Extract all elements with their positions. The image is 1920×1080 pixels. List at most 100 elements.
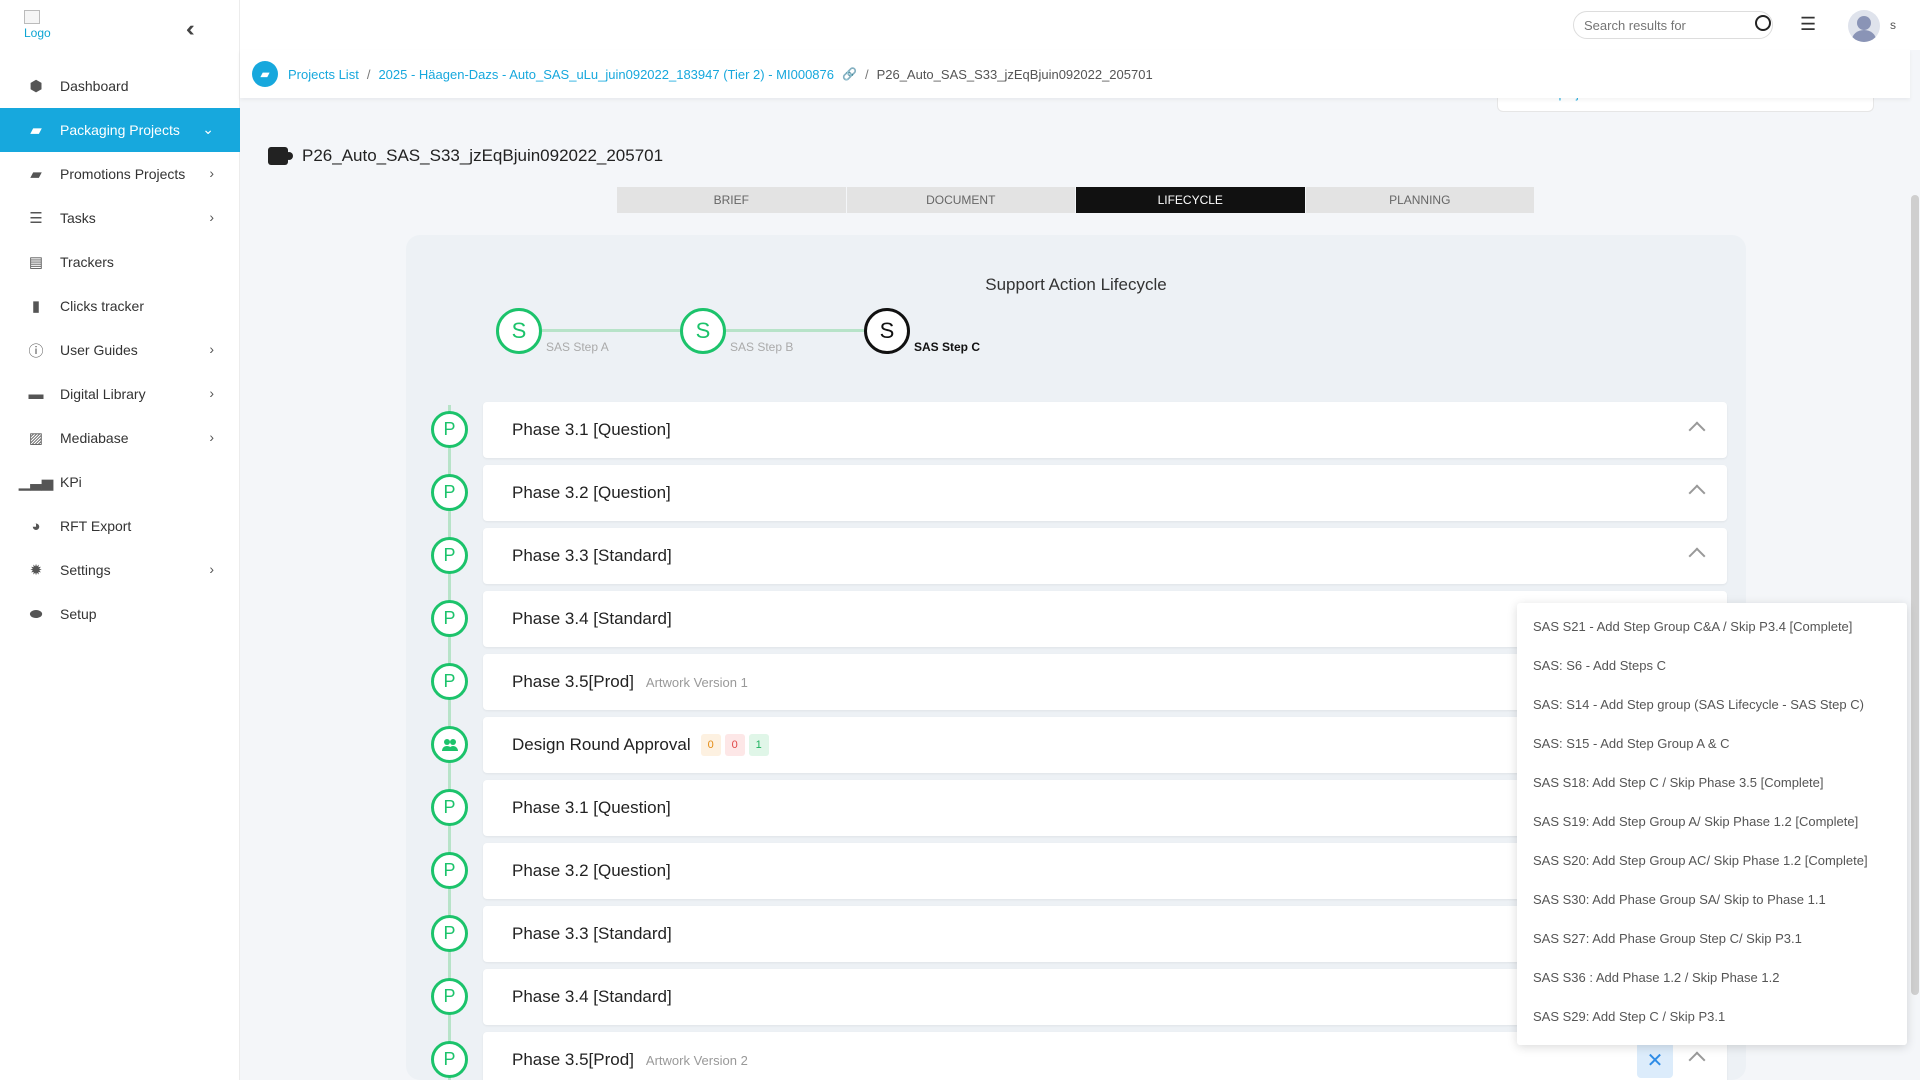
chevron-right-icon: › <box>209 561 214 577</box>
search-icon[interactable] <box>1755 15 1771 31</box>
dropdown-item[interactable]: SAS S21 - Add Step Group C&A / Skip P3.4… <box>1517 607 1907 646</box>
dropdown-item[interactable]: SAS S30: Add Phase Group SA/ Skip to Pha… <box>1517 880 1907 919</box>
phase-name: Phase 3.1 [Question] <box>512 420 671 439</box>
breadcrumb-projects-list[interactable]: Projects List <box>288 67 359 82</box>
sidebar-item-tasks[interactable]: ☰ Tasks › <box>0 196 240 240</box>
dropdown-item[interactable]: SAS S29: Add Step C / Skip P3.1 <box>1517 997 1907 1036</box>
dropdown-item[interactable]: SAS S20: Add Step Group AC/ Skip Phase 1… <box>1517 841 1907 880</box>
dropdown-item[interactable]: SAS S19: Add Step Group A/ Skip Phase 1.… <box>1517 802 1907 841</box>
sidebar-item-promotions-projects[interactable]: ▰ Promotions Projects › <box>0 152 240 196</box>
folder-home-icon[interactable]: ▰ <box>252 61 278 87</box>
step-circle-c[interactable]: S <box>864 308 910 354</box>
dropdown-item[interactable]: SAS S36 : Add Phase 1.2 / Skip Phase 1.2 <box>1517 958 1907 997</box>
avatar[interactable] <box>1848 10 1880 42</box>
sidebar-item-label: Trackers <box>60 254 114 270</box>
tab-document[interactable]: DOCUMENT <box>846 187 1076 213</box>
phase-card[interactable]: Phase 3.1 [Question] <box>483 402 1727 458</box>
chevron-right-icon: › <box>209 341 214 357</box>
sidebar-item-label: Tasks <box>60 210 96 226</box>
sidebar-item-rft-export[interactable]: ◕ RFT Export <box>0 504 240 548</box>
sidebar-item-label: Mediabase <box>60 430 129 446</box>
dropdown-item[interactable]: SAS: S6 - Add Steps C <box>1517 646 1907 685</box>
status-badge: 0 <box>700 734 721 756</box>
step-label-c: SAS Step C <box>914 340 981 354</box>
page-title-text: P26_Auto_SAS_S33_jzEqBjuin092022_205701 <box>302 146 664 165</box>
phase-name: Phase 3.2 [Question] <box>512 483 671 502</box>
sidebar-item-setup[interactable]: ⬬ Setup <box>0 592 240 636</box>
step-circle-a[interactable]: S <box>496 308 542 354</box>
dropdown-item[interactable]: SAS: S15 - Add Step Group A & C <box>1517 724 1907 763</box>
sidebar-item-label: Setup <box>60 606 97 622</box>
step-circle-b[interactable]: S <box>680 308 726 354</box>
collapse-sidebar-icon[interactable]: ‹‹ <box>186 16 194 42</box>
logo[interactable]: Logo <box>24 10 51 40</box>
sidebar-item-kpi[interactable]: ▁▃▅ KPi <box>0 460 240 504</box>
sidebar: Logo ‹‹ ⬢ Dashboard ▰ Packaging Projects… <box>0 0 240 1080</box>
phase-marker: P <box>431 978 468 1015</box>
artwork-version: Artwork Version 2 <box>645 1052 748 1068</box>
phase-marker: P <box>431 474 468 511</box>
sidebar-item-settings[interactable]: ✹ Settings › <box>0 548 240 592</box>
phase-name: Design Round Approval <box>512 735 691 754</box>
phase-row: P Phase 3.3 [Standard] <box>406 528 1746 584</box>
phase-name: Phase 3.4 [Standard] <box>512 609 672 628</box>
dropdown-item[interactable]: SAS S18: Add Step C / Skip Phase 3.5 [Co… <box>1517 763 1907 802</box>
tab-brief[interactable]: BRIEF <box>617 187 847 213</box>
chevron-right-icon: › <box>209 165 214 181</box>
step-connector <box>726 329 864 332</box>
sidebar-item-clicks-tracker[interactable]: ▮ Clicks tracker <box>0 284 240 328</box>
tools-icon[interactable]: ✕ <box>1637 1042 1673 1078</box>
sidebar-item-label: Dashboard <box>60 78 129 94</box>
chevron-up-icon[interactable] <box>1688 484 1706 502</box>
page-scrollbar[interactable] <box>1911 195 1919 995</box>
link-icon[interactable]: 🔗 <box>842 67 857 81</box>
list-view-icon[interactable]: ☰ <box>1800 14 1816 35</box>
tabs: BRIEF DOCUMENT LIFECYCLE PLANNING <box>617 187 1535 213</box>
logo-alt-text: Logo <box>24 26 51 40</box>
user-initial: s <box>1890 18 1896 32</box>
sidebar-item-dashboard[interactable]: ⬢ Dashboard <box>0 64 240 108</box>
chevron-up-icon[interactable] <box>1688 547 1706 565</box>
sidebar-item-user-guides[interactable]: ⓘ User Guides › <box>0 328 240 372</box>
dropdown-item[interactable]: SAS S27: Add Phase Group Step C/ Skip P3… <box>1517 919 1907 958</box>
pie-chart-icon: ◕ <box>31 517 41 535</box>
phase-marker: P <box>431 1041 468 1078</box>
cube-icon: ⬢ <box>29 78 43 95</box>
folder-open-icon: ▰ <box>30 166 42 183</box>
document-icon: ▮ <box>31 298 41 315</box>
sidebar-item-digital-library[interactable]: ▬ Digital Library › <box>0 372 240 416</box>
sidebar-item-mediabase[interactable]: ▨ Mediabase › <box>0 416 240 460</box>
support-action-dropdown: SAS S21 - Add Step Group C&A / Skip P3.4… <box>1517 603 1907 1045</box>
chevron-up-icon[interactable] <box>1688 421 1706 439</box>
status-badge: 1 <box>748 734 769 756</box>
phase-card[interactable]: Phase 3.2 [Question] <box>483 465 1727 521</box>
step-label-a: SAS Step A <box>546 340 609 354</box>
sidebar-item-packaging-projects[interactable]: ▰ Packaging Projects ⌄ <box>0 108 240 152</box>
phase-row: P Phase 3.1 [Question] <box>406 402 1746 458</box>
phase-name: Phase 3.5[Prod] <box>512 672 634 691</box>
sidebar-item-trackers[interactable]: ▤ Trackers <box>0 240 240 284</box>
tab-planning[interactable]: PLANNING <box>1305 187 1535 213</box>
step-connector <box>542 329 680 332</box>
info-icon: ⓘ <box>28 342 44 360</box>
breadcrumb-project[interactable]: 2025 - Häagen-Dazs - Auto_SAS_uLu_juin09… <box>378 67 834 82</box>
clipboard-icon: ▤ <box>28 254 44 271</box>
phase-marker: P <box>431 915 468 952</box>
phase-marker: P <box>431 600 468 637</box>
phase-name: Phase 3.5[Prod] <box>512 1050 634 1069</box>
phase-marker: P <box>431 663 468 700</box>
status-badge: 0 <box>724 734 745 756</box>
image-icon: ▨ <box>28 430 44 447</box>
lifecycle-title: Support Action Lifecycle <box>985 275 1167 294</box>
dropdown-item[interactable]: SAS: S14 - Add Step group (SAS Lifecycle… <box>1517 685 1907 724</box>
topbar: ☰ s <box>240 0 1920 50</box>
search-input[interactable] <box>1573 11 1773 39</box>
step-label-b: SAS Step B <box>730 340 794 354</box>
page-title: P26_Auto_SAS_S33_jzEqBjuin092022_205701 <box>268 146 663 166</box>
phase-name: Phase 3.3 [Standard] <box>512 924 672 943</box>
puzzle-icon <box>268 147 293 165</box>
tab-lifecycle[interactable]: LIFECYCLE <box>1076 187 1306 213</box>
chevron-up-icon[interactable] <box>1688 1051 1706 1069</box>
phase-marker: P <box>431 411 468 448</box>
phase-card[interactable]: Phase 3.3 [Standard] <box>483 528 1727 584</box>
